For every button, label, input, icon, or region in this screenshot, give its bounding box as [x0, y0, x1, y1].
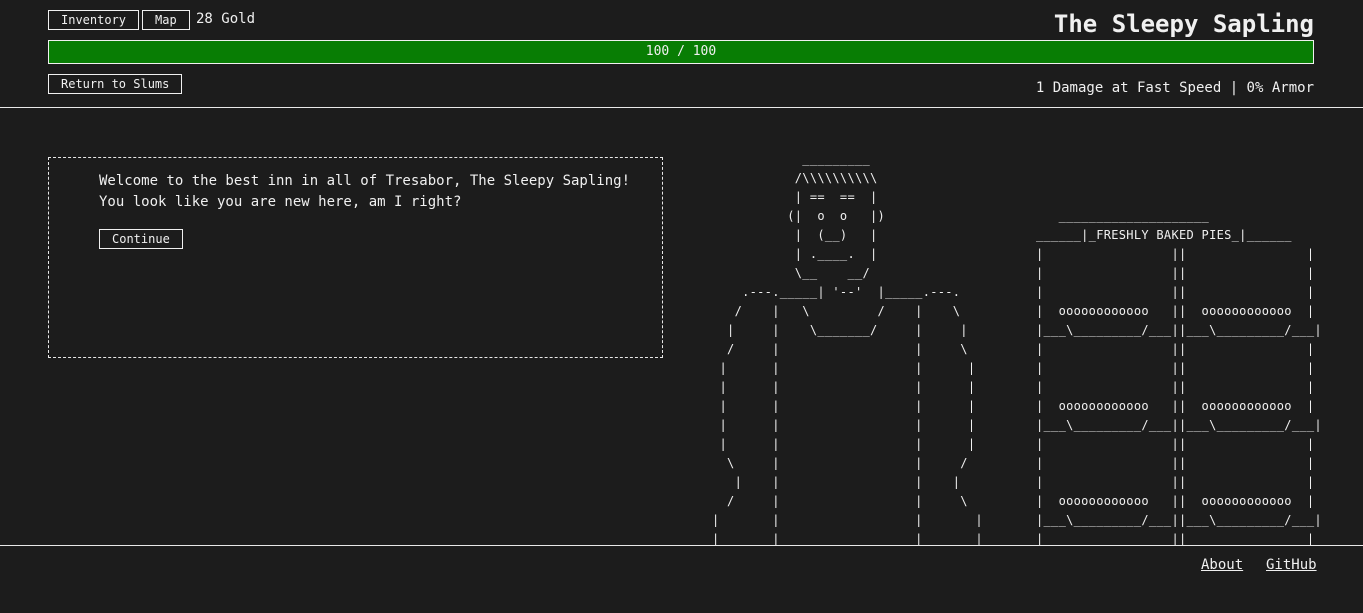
footer-divider: [0, 545, 1363, 546]
dialog-box: Welcome to the best inn in all of Tresab…: [48, 157, 663, 358]
about-link[interactable]: About: [1201, 556, 1243, 574]
gold-counter: 28 Gold: [196, 11, 256, 27]
dialog-line-1: Welcome to the best inn in all of Tresab…: [99, 173, 631, 189]
github-link[interactable]: GitHub: [1266, 556, 1317, 574]
pie-shelf-ascii-art: ____________________ ______|_FRESHLY BAK…: [1036, 209, 1322, 545]
dialog-line-2: You look like you are new here, am I rig…: [99, 194, 462, 210]
map-button[interactable]: Map: [142, 10, 190, 30]
player-stats: 1 Damage at Fast Speed | 0% Armor: [1035, 80, 1314, 96]
health-bar: 100 / 100: [48, 40, 1314, 64]
page-title: The Sleepy Sapling: [1053, 10, 1314, 38]
innkeeper-ascii-art: _________ /\\\\\\\\\\ | == == | (| o o |…: [712, 152, 983, 545]
inventory-button[interactable]: Inventory: [48, 10, 140, 30]
health-bar-text: 100 / 100: [645, 44, 717, 59]
return-to-slums-button[interactable]: Return to Slums: [48, 74, 183, 94]
continue-button[interactable]: Continue: [99, 229, 183, 249]
